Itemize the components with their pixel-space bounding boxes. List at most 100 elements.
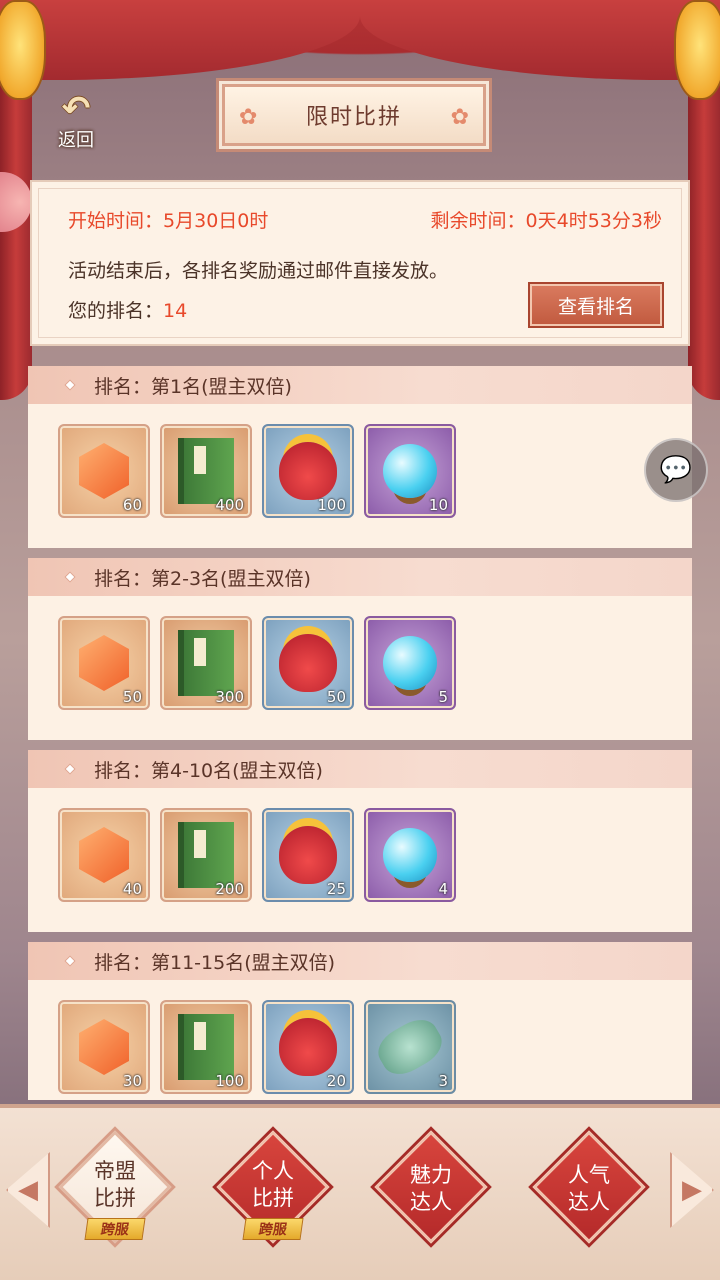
- blue-orb-icon: [383, 828, 437, 882]
- back-label: 返回: [58, 130, 94, 151]
- diamond-bullet-icon: [64, 763, 76, 775]
- chat-bubble-icon: 💬: [659, 455, 693, 485]
- blue-orb-icon: [383, 444, 437, 498]
- reward-item[interactable]: 40: [58, 808, 150, 902]
- diamond-bullet-icon: [64, 955, 76, 967]
- item-count: 300: [215, 688, 244, 706]
- my-rank-label: 您的排名：: [68, 300, 164, 322]
- orange-crystal-icon: [79, 635, 129, 691]
- back-button[interactable]: ↶ 返回: [46, 92, 106, 156]
- green-book-icon: [178, 438, 234, 504]
- time-row: 开始时间：5月30日0时 剩余时间：0天4时53分3秒: [68, 206, 662, 233]
- orange-crystal-icon: [79, 1019, 129, 1075]
- reward-item[interactable]: 400: [160, 424, 252, 518]
- prev-tab-arrow-icon[interactable]: ◀: [6, 1152, 50, 1228]
- tab-label: 个人比拼: [252, 1159, 294, 1210]
- my-rank-value: 14: [163, 300, 188, 322]
- tab-alliance-contest[interactable]: 帝盟比拼 跨服: [58, 1130, 172, 1244]
- remaining-time: 剩余时间：0天4时53分3秒: [431, 206, 662, 233]
- reward-notice: 活动结束后，各排名奖励通过邮件直接发放。: [68, 260, 449, 282]
- item-count: 50: [326, 688, 346, 706]
- cross-server-badge: 跨服: [84, 1218, 146, 1240]
- item-count: 200: [215, 880, 244, 898]
- reward-item[interactable]: 100: [262, 424, 354, 518]
- item-count: 40: [122, 880, 142, 898]
- reward-item[interactable]: 4: [364, 808, 456, 902]
- reward-items: 30 100 20 3: [28, 980, 692, 1100]
- reward-section: 排名：第11-15名(盟主双倍) 30 100 20 3: [28, 942, 692, 1100]
- lucky-bag-icon: [279, 1018, 337, 1076]
- diamond-bullet-icon: [64, 571, 76, 583]
- item-count: 3: [438, 1072, 448, 1090]
- cross-server-badge: 跨服: [242, 1218, 304, 1240]
- item-count: 4: [438, 880, 448, 898]
- page-title: 限时比拼: [305, 105, 402, 130]
- view-rank-button[interactable]: 查看排名: [530, 284, 662, 326]
- reward-item[interactable]: 25: [262, 808, 354, 902]
- section-title: 排名：第11-15名(盟主双倍): [94, 951, 336, 974]
- reward-item[interactable]: 5: [364, 616, 456, 710]
- reward-item[interactable]: 50: [58, 616, 150, 710]
- right-lantern-icon: [674, 0, 720, 100]
- next-tab-arrow-icon[interactable]: ▶: [670, 1152, 714, 1228]
- tab-personal-contest[interactable]: 个人比拼 跨服: [216, 1130, 330, 1244]
- item-count: 25: [326, 880, 346, 898]
- left-lantern-icon: [0, 0, 46, 100]
- reward-item[interactable]: 30: [58, 1000, 150, 1094]
- reward-section: 排名：第2-3名(盟主双倍) 50 300 50 5: [28, 558, 692, 740]
- section-title: 排名：第2-3名(盟主双倍): [94, 567, 311, 590]
- reward-item[interactable]: 3: [364, 1000, 456, 1094]
- section-header: 排名：第2-3名(盟主双倍): [28, 558, 692, 596]
- reward-section: 排名：第1名(盟主双倍) 60 400 100 10: [28, 366, 692, 548]
- start-time: 开始时间：5月30日0时: [68, 206, 268, 233]
- reward-item[interactable]: 10: [364, 424, 456, 518]
- item-count: 10: [428, 496, 448, 514]
- reward-item[interactable]: 20: [262, 1000, 354, 1094]
- orange-crystal-icon: [79, 443, 129, 499]
- item-count: 100: [317, 496, 346, 514]
- item-count: 60: [122, 496, 142, 514]
- section-header: 排名：第4-10名(盟主双倍): [28, 750, 692, 788]
- reward-item[interactable]: 100: [160, 1000, 252, 1094]
- item-count: 100: [215, 1072, 244, 1090]
- start-time-value: 5月30日0时: [163, 210, 269, 232]
- tab-label: 魅力达人: [410, 1163, 452, 1214]
- section-header: 排名：第1名(盟主双倍): [28, 366, 692, 404]
- lucky-bag-icon: [279, 634, 337, 692]
- flower-icon: ✿: [239, 105, 258, 130]
- item-count: 30: [122, 1072, 142, 1090]
- section-title: 排名：第1名(盟主双倍): [94, 375, 292, 398]
- lucky-bag-icon: [279, 826, 337, 884]
- tab-popularity-master[interactable]: 人气达人: [532, 1130, 646, 1244]
- lucky-bag-icon: [279, 442, 337, 500]
- section-title: 排名：第4-10名(盟主双倍): [94, 759, 323, 782]
- item-count: 50: [122, 688, 142, 706]
- my-rank: 您的排名：14: [68, 296, 187, 323]
- blue-orb-icon: [383, 636, 437, 690]
- green-book-icon: [178, 822, 234, 888]
- reward-item[interactable]: 60: [58, 424, 150, 518]
- right-curtain: [688, 60, 720, 400]
- title-plaque: ✿ 限时比拼 ✿: [219, 81, 489, 149]
- top-curtain: [0, 0, 720, 80]
- remaining-time-value: 0天4时53分3秒: [525, 210, 662, 232]
- chat-button[interactable]: 💬: [644, 438, 708, 502]
- green-book-icon: [178, 630, 234, 696]
- remaining-time-label: 剩余时间：: [430, 210, 526, 232]
- reward-item[interactable]: 200: [160, 808, 252, 902]
- reward-list[interactable]: 排名：第1名(盟主双倍) 60 400 100 10 排名：第2-3名(盟主双倍…: [28, 366, 692, 1110]
- reward-items: 50 300 50 5: [28, 596, 692, 740]
- green-book-icon: [178, 1014, 234, 1080]
- reward-item[interactable]: 50: [262, 616, 354, 710]
- reward-item[interactable]: 300: [160, 616, 252, 710]
- event-info-panel: 开始时间：5月30日0时 剩余时间：0天4时53分3秒 活动结束后，各排名奖励通…: [30, 180, 690, 346]
- tab-label: 帝盟比拼: [94, 1159, 136, 1210]
- reward-items: 40 200 25 4: [28, 788, 692, 932]
- flower-icon: ✿: [450, 105, 469, 130]
- section-header: 排名：第11-15名(盟主双倍): [28, 942, 692, 980]
- bottom-tab-bar: ◀ 帝盟比拼 跨服 个人比拼 跨服 魅力达人 人气达人 ▶: [0, 1104, 720, 1280]
- tab-charm-master[interactable]: 魅力达人: [374, 1130, 488, 1244]
- reward-items: 60 400 100 10: [28, 404, 692, 548]
- diamond-bullet-icon: [64, 379, 76, 391]
- start-time-label: 开始时间：: [68, 210, 164, 232]
